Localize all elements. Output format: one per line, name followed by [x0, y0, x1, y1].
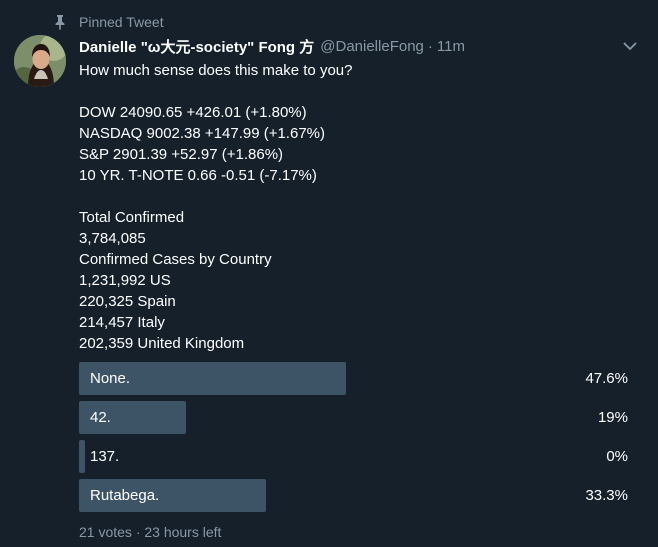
poll-option-percent: 19%: [597, 409, 628, 426]
tweet-card[interactable]: Pinned Tweet Danielle "ω大元-society" Fong…: [0, 0, 658, 547]
poll-option-137: 137. 0%: [79, 440, 629, 473]
tweet-line: 1,231,992 US: [79, 272, 171, 289]
poll-option-label: 137.: [90, 448, 120, 465]
pin-icon: [53, 14, 67, 30]
poll-option-label: 42.: [90, 409, 111, 426]
avatar[interactable]: [14, 35, 66, 87]
pinned-label: Pinned Tweet: [79, 14, 164, 30]
poll-option-42: 42. 19%: [79, 401, 629, 434]
tweet-line: DOW 24090.65 +426.01 (+1.80%): [79, 104, 307, 121]
poll: None. 47.6% 42. 19% 137. 0% Rutabega. 33…: [79, 362, 629, 518]
poll-option-label: Rutabega.: [90, 487, 160, 504]
tweet-line: 220,325 Spain: [79, 293, 176, 310]
poll-result-bar: [79, 440, 85, 473]
tweet-timestamp[interactable]: 11m: [437, 38, 465, 55]
poll-option-percent: 47.6%: [585, 370, 628, 387]
tweet-line: S&P 2901.39 +52.97 (+1.86%): [79, 146, 284, 163]
pinned-indicator: Pinned Tweet: [53, 13, 164, 31]
tweet-line: 10 YR. T-NOTE 0.66 -0.51 (-7.17%): [79, 167, 317, 184]
chevron-down-icon[interactable]: [620, 38, 640, 54]
poll-footer: 21 votes · 23 hours left: [79, 524, 222, 540]
author-display-name[interactable]: Danielle "ω大元-society" Fong 方: [79, 36, 314, 57]
poll-option-label: None.: [90, 370, 131, 387]
poll-option-rutabega: Rutabega. 33.3%: [79, 479, 629, 512]
tweet-line: Total Confirmed: [79, 209, 185, 226]
author-handle[interactable]: @DanielleFong: [320, 38, 424, 55]
tweet-header: Danielle "ω大元-society" Fong 方 @DanielleF…: [79, 36, 465, 56]
tweet-line: 3,784,085: [79, 230, 146, 247]
tweet-line: Confirmed Cases by Country: [79, 251, 272, 268]
header-separator: ·: [427, 37, 433, 55]
tweet-line: 214,457 Italy: [79, 314, 165, 331]
tweet-text: How much sense does this make to you? DO…: [79, 60, 619, 354]
poll-option-percent: 0%: [606, 448, 628, 465]
tweet-line: NASDAQ 9002.38 +147.99 (+1.67%): [79, 125, 325, 142]
tweet-line: How much sense does this make to you?: [79, 62, 353, 79]
poll-option-percent: 33.3%: [585, 487, 628, 504]
poll-option-none: None. 47.6%: [79, 362, 629, 395]
tweet-line: 202,359 United Kingdom: [79, 335, 245, 352]
